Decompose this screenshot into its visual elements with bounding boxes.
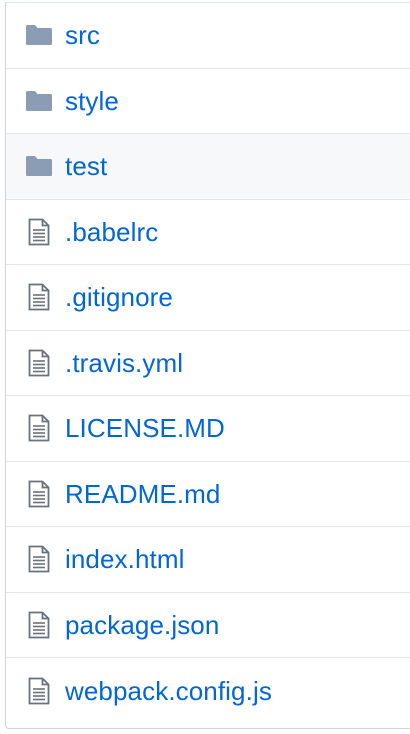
file-link-license[interactable]: LICENSE.MD <box>65 413 225 443</box>
file-link-webpack-config[interactable]: webpack.config.js <box>65 676 272 706</box>
file-row-style[interactable]: style <box>6 69 410 134</box>
file-row-src[interactable]: src <box>6 3 410 69</box>
file-text-icon <box>25 676 53 706</box>
file-text-icon <box>25 217 53 247</box>
folder-icon <box>25 86 53 116</box>
file-link-index-html[interactable]: index.html <box>65 544 185 574</box>
file-row-webpack-config[interactable]: webpack.config.js <box>6 658 410 724</box>
file-text-icon <box>25 348 53 378</box>
file-link-travis-yml[interactable]: .travis.yml <box>65 348 183 378</box>
file-link-test[interactable]: test <box>65 151 107 181</box>
file-link-style[interactable]: style <box>65 86 119 116</box>
file-row-license[interactable]: LICENSE.MD <box>6 396 410 462</box>
file-row-package-json[interactable]: package.json <box>6 593 410 658</box>
file-text-icon <box>25 282 53 312</box>
file-link-babelrc[interactable]: .babelrc <box>65 217 158 247</box>
file-link-gitignore[interactable]: .gitignore <box>65 282 173 312</box>
file-link-package-json[interactable]: package.json <box>65 610 219 640</box>
file-text-icon <box>25 413 53 443</box>
file-link-src[interactable]: src <box>65 20 100 50</box>
file-row-test[interactable]: test <box>6 134 410 200</box>
folder-icon <box>25 151 53 181</box>
folder-icon <box>25 20 53 50</box>
file-row-readme[interactable]: README.md <box>6 462 410 527</box>
file-text-icon <box>25 610 53 640</box>
file-text-icon <box>25 479 53 509</box>
file-row-gitignore[interactable]: .gitignore <box>6 265 410 331</box>
file-text-icon <box>25 544 53 574</box>
file-list: src style test .babelrc .gitignore .trav… <box>6 3 410 724</box>
file-browser-panel: src style test .babelrc .gitignore .trav… <box>5 2 410 729</box>
file-link-readme[interactable]: README.md <box>65 479 220 509</box>
file-row-babelrc[interactable]: .babelrc <box>6 200 410 265</box>
file-row-index-html[interactable]: index.html <box>6 527 410 593</box>
file-row-travis-yml[interactable]: .travis.yml <box>6 331 410 396</box>
